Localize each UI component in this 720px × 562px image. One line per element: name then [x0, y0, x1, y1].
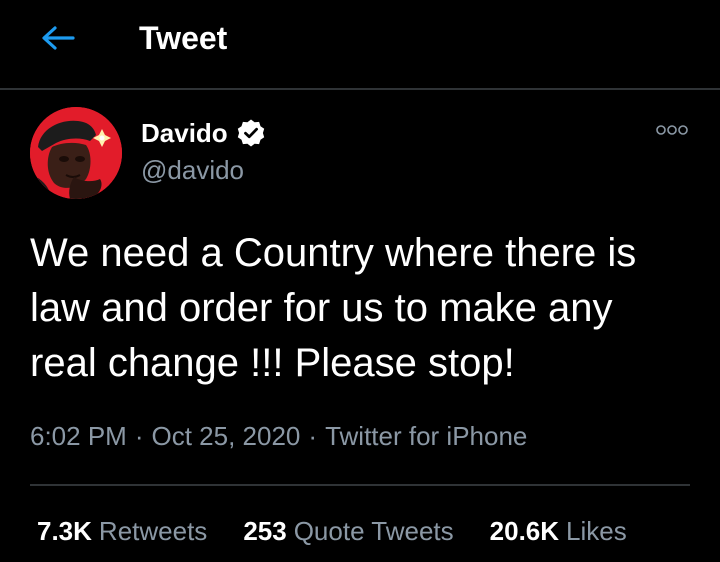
likes-label: Likes	[566, 516, 627, 546]
more-options-icon	[655, 123, 689, 142]
quote-tweets-stat[interactable]: 253 Quote Tweets	[243, 514, 453, 548]
tweet-stats: 7.3K Retweets 253 Quote Tweets 20.6K Likes	[37, 514, 627, 548]
tweet-text: We need a Country where there is law and…	[30, 231, 637, 385]
header-divider	[0, 88, 720, 90]
quote-tweets-count: 253	[243, 516, 287, 546]
arrow-left-icon	[41, 25, 75, 56]
retweets-stat[interactable]: 7.3K Retweets	[37, 514, 207, 548]
likes-stat[interactable]: 20.6K Likes	[490, 514, 627, 548]
tweet-source-link[interactable]: Twitter for iPhone	[325, 421, 527, 451]
more-options-button[interactable]	[654, 122, 690, 142]
likes-count: 20.6K	[489, 516, 560, 546]
top-app-bar: Tweet	[0, 0, 720, 88]
verified-badge-icon	[236, 118, 266, 148]
tweet-time[interactable]: 6:02 PM	[30, 421, 127, 451]
tweet-metadata: 6:02 PM · Oct 25, 2020 · Twitter for iPhone	[30, 419, 527, 453]
author-name[interactable]: Davido	[141, 117, 228, 149]
quote-tweets-label: Quote Tweets	[293, 516, 454, 546]
meta-separator: ·	[308, 421, 318, 451]
avatar[interactable]	[30, 107, 122, 199]
author-name-row[interactable]: Davido	[141, 116, 266, 150]
retweets-label: Retweets	[98, 516, 208, 546]
tweet-date[interactable]: Oct 25, 2020	[152, 421, 301, 451]
author-handle[interactable]: @davido	[141, 154, 244, 186]
retweets-count: 7.3K	[37, 516, 92, 546]
page-title: Tweet	[139, 20, 228, 56]
stats-divider	[30, 484, 690, 486]
meta-separator: ·	[134, 421, 144, 451]
back-button[interactable]	[38, 22, 78, 58]
